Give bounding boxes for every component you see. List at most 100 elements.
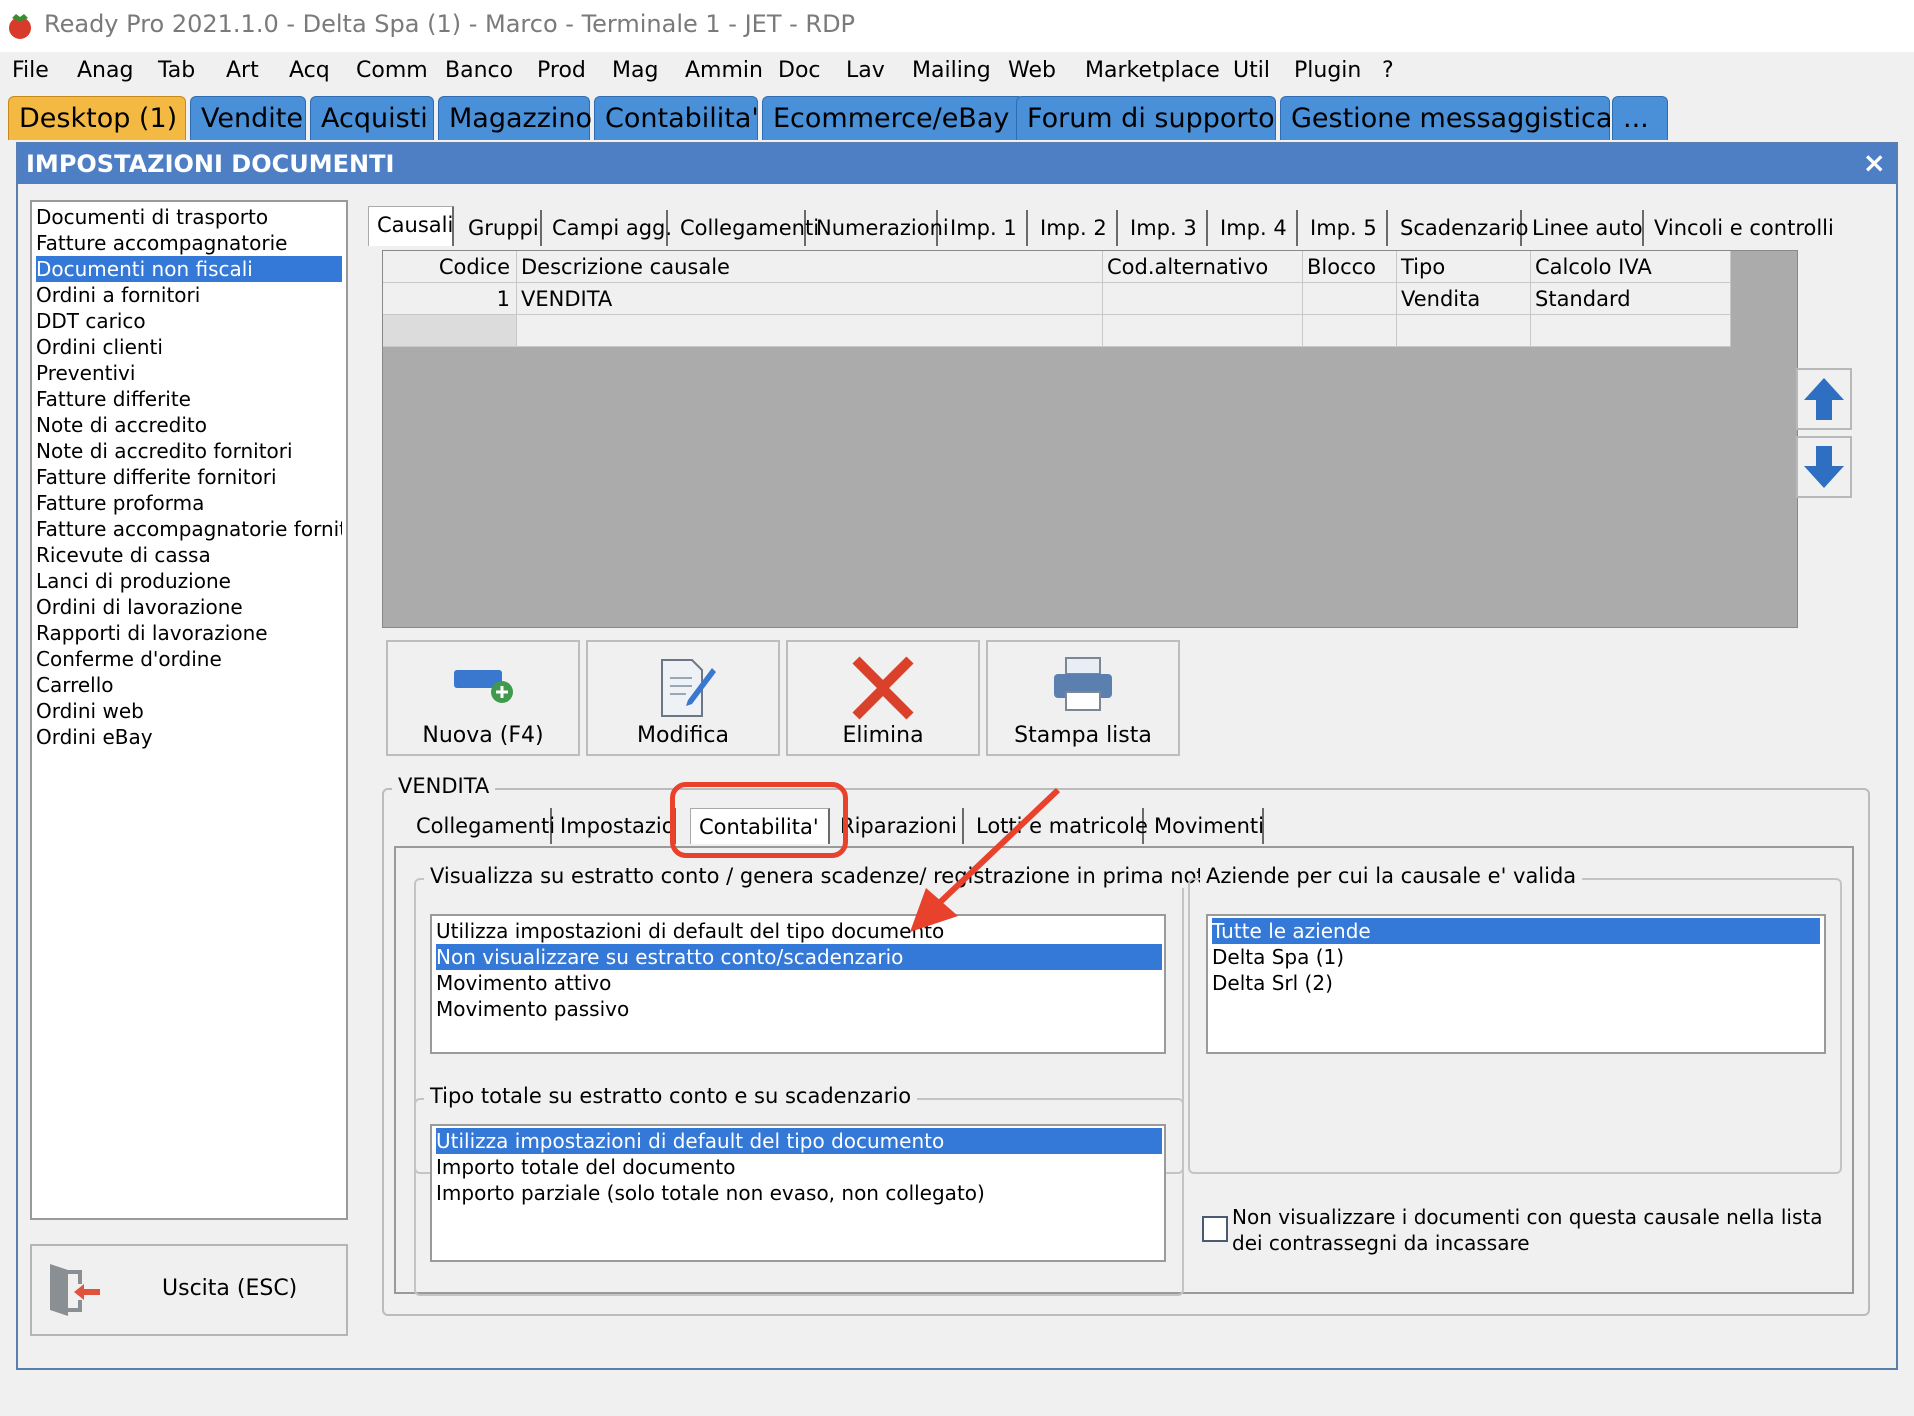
tab-scadenzario[interactable]: Scadenzario — [1392, 210, 1529, 246]
document-type-list[interactable]: Documenti di trasporto Fatture accompagn… — [30, 200, 348, 1220]
menu-plugin[interactable]: Plugin — [1294, 58, 1361, 83]
tab-magazzino[interactable]: Magazzino — [438, 96, 592, 140]
table-cell[interactable] — [1397, 315, 1531, 347]
list-item[interactable]: Importo parziale (solo totale non evaso,… — [436, 1180, 1162, 1206]
table-cell[interactable]: VENDITA — [517, 283, 1103, 315]
list-item[interactable]: Movimento attivo — [436, 970, 1162, 996]
list-item[interactable]: Lanci di produzione — [36, 568, 342, 594]
table-cell[interactable] — [517, 315, 1103, 347]
tab-contabilita[interactable]: Contabilita' — [594, 96, 759, 140]
list-item-selected[interactable]: Documenti non fiscali — [36, 256, 342, 282]
tab-imp-2[interactable]: Imp. 2 — [1032, 210, 1118, 246]
causali-grid[interactable]: Codice Descrizione causale Cod.alternati… — [382, 250, 1798, 628]
list-item[interactable]: Conferme d'ordine — [36, 646, 342, 672]
tab-imp-5[interactable]: Imp. 5 — [1302, 210, 1388, 246]
menu-prod[interactable]: Prod — [537, 58, 586, 83]
list-item[interactable]: Fatture proforma — [36, 490, 342, 516]
table-cell[interactable] — [1303, 315, 1397, 347]
menu-web[interactable]: Web — [1008, 58, 1056, 83]
menu-art[interactable]: Art — [226, 58, 259, 83]
list-item[interactable]: Rapporti di lavorazione — [36, 620, 342, 646]
table-cell[interactable]: Standard — [1531, 283, 1731, 315]
table-cell[interactable] — [1531, 315, 1731, 347]
menu-file[interactable]: File — [12, 58, 49, 83]
tab-desktop[interactable]: Desktop (1) — [8, 96, 186, 140]
edit-button[interactable]: Modifica — [586, 640, 780, 756]
tab-detail-collegamenti[interactable]: Collegamenti — [408, 808, 555, 844]
tab-collegamenti[interactable]: Collegamenti — [672, 210, 819, 246]
tab-detail-movimenti[interactable]: Movimenti — [1146, 808, 1264, 844]
menu-ammin[interactable]: Ammin — [685, 58, 763, 83]
list-item[interactable]: Ordini a fornitori — [36, 282, 342, 308]
list-item[interactable]: Preventivi — [36, 360, 342, 386]
column-header[interactable]: Calcolo IVA — [1531, 251, 1731, 283]
list-item[interactable]: Importo totale del documento — [436, 1154, 1162, 1180]
tab-vendite[interactable]: Vendite — [190, 96, 306, 140]
list-item[interactable]: Fatture accompagnatorie — [36, 230, 342, 256]
tab-acquisti[interactable]: Acquisti — [310, 96, 434, 140]
menu-comm[interactable]: Comm — [356, 58, 428, 83]
print-list-button[interactable]: Stampa lista — [986, 640, 1180, 756]
menu-acq[interactable]: Acq — [289, 58, 330, 83]
tab-imp-4[interactable]: Imp. 4 — [1212, 210, 1298, 246]
list-item[interactable]: Delta Spa (1) — [1212, 944, 1820, 970]
list-item[interactable]: Fatture accompagnatorie fornito — [36, 516, 342, 542]
close-icon[interactable]: × — [1863, 146, 1886, 179]
list-item[interactable]: DDT carico — [36, 308, 342, 334]
total-type-list[interactable]: Utilizza impostazioni di default del tip… — [430, 1124, 1166, 1262]
list-item[interactable]: Documenti di trasporto — [36, 204, 342, 230]
list-item-selected[interactable]: Utilizza impostazioni di default del tip… — [436, 1128, 1162, 1154]
column-header[interactable]: Descrizione causale — [517, 251, 1103, 283]
list-item[interactable]: Ordini clienti — [36, 334, 342, 360]
tab-messaggistica[interactable]: Gestione messaggistica — [1280, 96, 1612, 140]
menu-doc[interactable]: Doc — [778, 58, 821, 83]
table-cell[interactable] — [383, 315, 517, 347]
hide-cod-checkbox[interactable] — [1202, 1216, 1228, 1242]
menu-help[interactable]: ? — [1382, 58, 1394, 83]
table-cell[interactable] — [1103, 283, 1303, 315]
list-item[interactable]: Fatture differite — [36, 386, 342, 412]
list-item[interactable]: Ricevute di cassa — [36, 542, 342, 568]
tab-forum[interactable]: Forum di supporto — [1016, 96, 1276, 140]
list-item[interactable]: Ordini web — [36, 698, 342, 724]
exit-button[interactable]: Uscita (ESC) — [30, 1244, 348, 1336]
tab-more[interactable]: ... — [1612, 96, 1668, 140]
menu-lav[interactable]: Lav — [846, 58, 885, 83]
tab-linee-auto[interactable]: Linee auto — [1524, 210, 1644, 246]
column-header[interactable]: Tipo — [1397, 251, 1531, 283]
menu-anag[interactable]: Anag — [77, 58, 133, 83]
menu-marketplace[interactable]: Marketplace — [1085, 58, 1220, 83]
tab-detail-impostazioni[interactable]: Impostazioni — [552, 808, 676, 844]
list-item[interactable]: Movimento passivo — [436, 996, 1162, 1022]
list-item[interactable]: Carrello — [36, 672, 342, 698]
table-cell[interactable] — [1303, 283, 1397, 315]
menu-util[interactable]: Util — [1233, 58, 1270, 83]
tab-imp-1[interactable]: Imp. 1 — [942, 210, 1028, 246]
column-header[interactable]: Codice — [383, 251, 517, 283]
tab-causali[interactable]: Causali — [368, 206, 454, 246]
menu-banco[interactable]: Banco — [445, 58, 513, 83]
menu-mag[interactable]: Mag — [612, 58, 658, 83]
list-item[interactable]: Note di accredito — [36, 412, 342, 438]
menu-mailing[interactable]: Mailing — [912, 58, 991, 83]
table-cell[interactable]: Vendita — [1397, 283, 1531, 315]
tab-numerazioni[interactable]: Numerazioni — [808, 210, 949, 246]
column-header[interactable]: Blocco — [1303, 251, 1397, 283]
delete-button[interactable]: Elimina — [786, 640, 980, 756]
tab-gruppi[interactable]: Gruppi — [460, 210, 542, 246]
list-item[interactable]: Note di accredito fornitori — [36, 438, 342, 464]
companies-list[interactable]: Tutte le aziende Delta Spa (1) Delta Srl… — [1206, 914, 1826, 1054]
move-up-button[interactable] — [1796, 368, 1852, 430]
list-item[interactable]: Ordini eBay — [36, 724, 342, 750]
tab-vincoli[interactable]: Vincoli e controlli — [1646, 210, 1896, 246]
tab-ecommerce[interactable]: Ecommerce/eBay — [762, 96, 1024, 140]
tab-imp-3[interactable]: Imp. 3 — [1122, 210, 1208, 246]
new-button[interactable]: Nuova (F4) — [386, 640, 580, 756]
table-cell[interactable] — [1103, 315, 1303, 347]
list-item-selected[interactable]: Tutte le aziende — [1212, 918, 1820, 944]
table-cell[interactable]: 1 — [383, 283, 517, 315]
column-header[interactable]: Cod.alternativo — [1103, 251, 1303, 283]
menu-tab[interactable]: Tab — [158, 58, 195, 83]
list-item[interactable]: Ordini di lavorazione — [36, 594, 342, 620]
list-item[interactable]: Fatture differite fornitori — [36, 464, 342, 490]
